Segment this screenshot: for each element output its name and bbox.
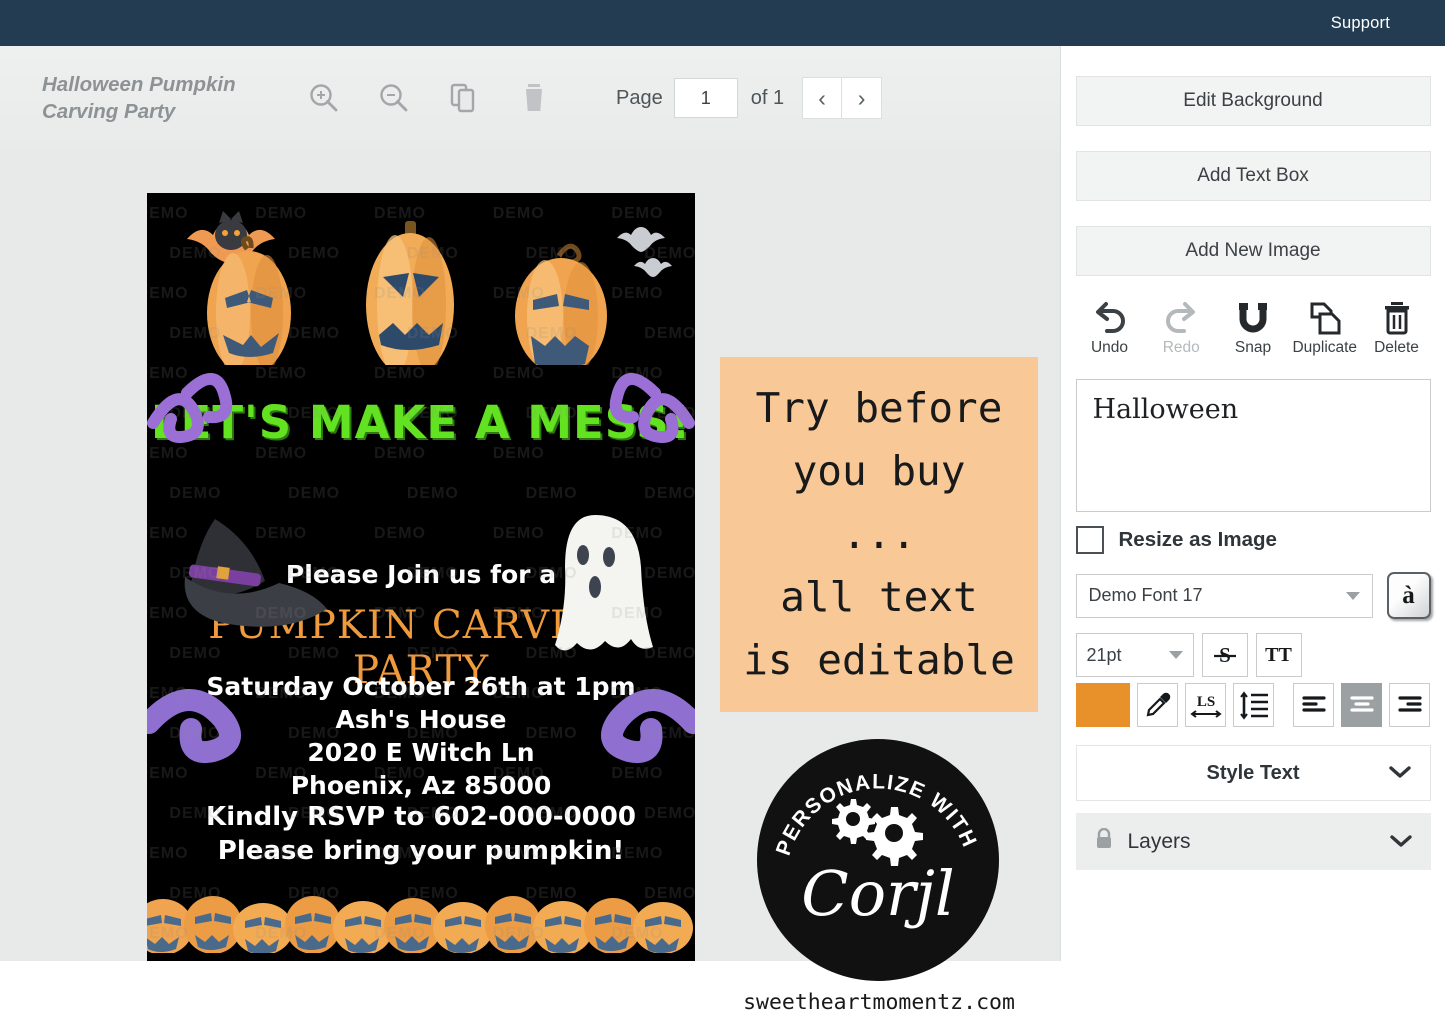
svg-text:LS: LS (1197, 694, 1215, 710)
snap-label: Snap (1235, 339, 1271, 357)
page-total-label: of 1 (751, 87, 784, 110)
corjl-wordmark: Corjl (757, 857, 999, 930)
line-height-icon (1238, 690, 1270, 720)
font-size-value: 21pt (1087, 645, 1169, 666)
align-left-button[interactable] (1293, 683, 1334, 727)
duplicate-icon (1306, 301, 1344, 335)
website-url: sweetheartmomentz.com (720, 990, 1038, 1015)
chevron-down-icon (1388, 762, 1412, 785)
chevron-down-icon (1169, 651, 1183, 659)
prev-page-button[interactable]: ‹ (802, 77, 842, 119)
snap-button[interactable]: Snap (1219, 301, 1287, 357)
delete-button[interactable]: Delete (1363, 301, 1431, 357)
font-selection-row: Demo Font 17 à (1076, 572, 1431, 619)
duplicate-label: Duplicate (1292, 339, 1357, 357)
page-navigator: Page of 1 ‹ › (616, 77, 882, 119)
chevron-down-icon (1389, 830, 1413, 854)
letter-spacing-button[interactable]: LS (1185, 683, 1226, 727)
align-center-button[interactable] (1341, 683, 1382, 727)
page-nav-buttons: ‹ › (802, 77, 882, 119)
resize-as-image-label: Resize as Image (1119, 528, 1277, 552)
edit-background-button[interactable]: Edit Background (1076, 76, 1431, 126)
zoom-out-icon[interactable] (374, 78, 414, 118)
support-link[interactable]: Support (1331, 14, 1390, 33)
special-characters-button[interactable]: à (1387, 572, 1431, 619)
toolbar-icon-group (304, 78, 554, 118)
eyedropper-icon (1144, 691, 1172, 719)
text-format-row: LS (1076, 683, 1431, 727)
page-label: Page (616, 87, 663, 110)
add-new-image-button[interactable]: Add New Image (1076, 226, 1431, 276)
zoom-in-icon[interactable] (304, 78, 344, 118)
pumpkin-border-artwork (147, 891, 695, 953)
corjl-badge: PERSONALIZE WITH Corjl (757, 739, 999, 981)
purple-swirls-artwork (147, 193, 695, 961)
redo-button[interactable]: Redo (1147, 301, 1215, 357)
strikethrough-icon: S (1210, 641, 1240, 669)
text-content-input[interactable] (1076, 379, 1431, 512)
copy-icon[interactable] (444, 78, 484, 118)
align-right-icon (1397, 693, 1423, 717)
chevron-down-icon (1346, 592, 1360, 600)
strikethrough-button[interactable]: S (1202, 633, 1248, 677)
trash-icon (1378, 301, 1416, 335)
trash-icon[interactable] (514, 78, 554, 118)
delete-label: Delete (1374, 339, 1419, 357)
next-page-button[interactable]: › (842, 77, 882, 119)
undo-icon (1091, 301, 1129, 335)
undo-label: Undo (1091, 339, 1128, 357)
resize-as-image-row[interactable]: Resize as Image (1076, 526, 1431, 554)
align-center-icon (1349, 693, 1375, 717)
align-left-icon (1301, 693, 1327, 717)
lock-icon (1094, 828, 1114, 856)
right-properties-panel: Edit Background Add Text Box Add New Ima… (1060, 46, 1445, 961)
duplicate-button[interactable]: Duplicate (1291, 301, 1359, 357)
document-title: Halloween Pumpkin Carving Party (42, 71, 292, 125)
align-right-button[interactable] (1389, 683, 1430, 727)
font-family-value: Demo Font 17 (1089, 585, 1346, 606)
eyedropper-button[interactable] (1137, 683, 1178, 727)
redo-label: Redo (1163, 339, 1200, 357)
try-before-you-buy-banner: Try before you buy ... all text is edita… (720, 357, 1038, 712)
redo-icon (1162, 301, 1200, 335)
layers-label: Layers (1128, 830, 1191, 854)
text-color-swatch[interactable] (1076, 683, 1131, 727)
resize-as-image-checkbox[interactable] (1076, 526, 1104, 554)
style-text-accordion[interactable]: Style Text (1076, 745, 1431, 801)
letter-spacing-icon: LS (1189, 690, 1223, 720)
invitation-card[interactable]: LET'S MAKE A MESS! Please Join us for a … (147, 193, 695, 961)
layers-accordion[interactable]: Layers (1076, 813, 1431, 870)
undo-button[interactable]: Undo (1076, 301, 1144, 357)
line-height-button[interactable] (1233, 683, 1274, 727)
promo-text: Try before you buy ... all text is edita… (743, 377, 1015, 692)
top-navigation-bar: Support (0, 0, 1445, 46)
uppercase-button[interactable]: TT (1256, 633, 1302, 677)
font-size-select[interactable]: 21pt (1076, 633, 1194, 677)
design-canvas[interactable]: LET'S MAKE A MESS! Please Join us for a … (0, 150, 1060, 961)
editor-toolbar: Halloween Pumpkin Carving Party Page of … (0, 46, 1060, 150)
font-size-row: 21pt S TT (1076, 633, 1431, 677)
add-text-box-button[interactable]: Add Text Box (1076, 151, 1431, 201)
magnet-icon (1234, 301, 1272, 335)
font-family-select[interactable]: Demo Font 17 (1076, 574, 1373, 618)
style-text-label: Style Text (1207, 762, 1300, 785)
action-button-row: Undo Redo Snap Duplicate Delete (1076, 301, 1431, 357)
page-input[interactable] (674, 78, 738, 118)
